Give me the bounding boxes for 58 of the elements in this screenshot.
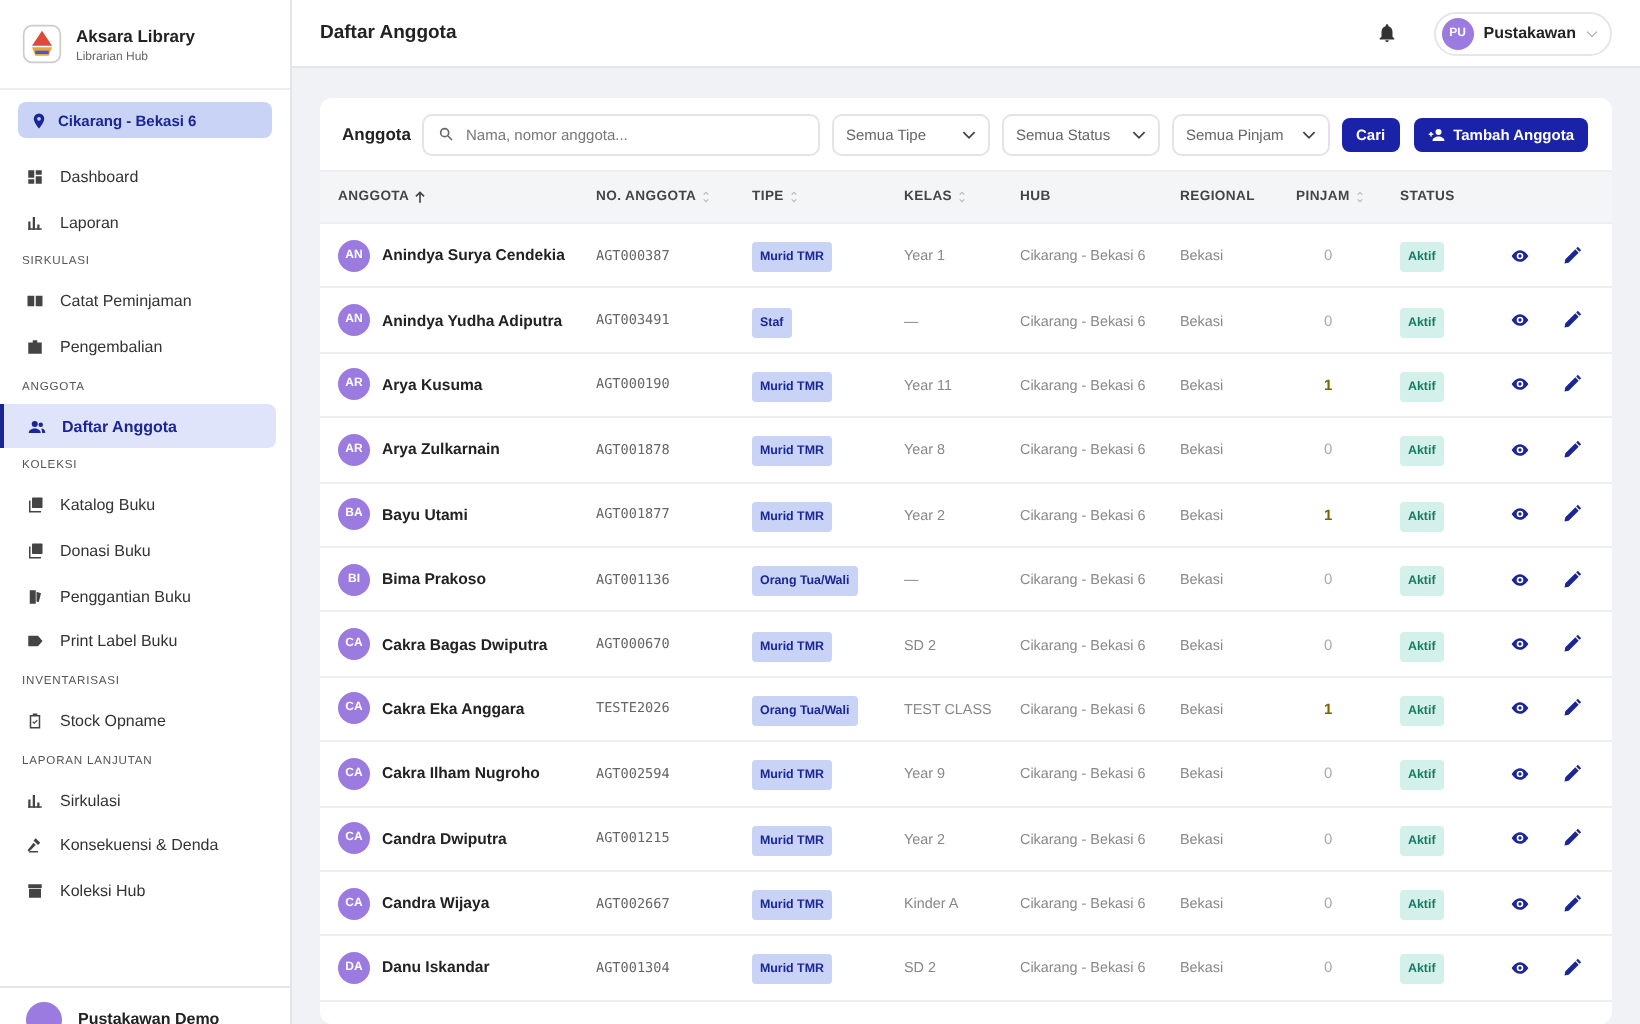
view-eye-icon[interactable]	[1510, 957, 1530, 978]
page-title: Daftar Anggota	[320, 22, 459, 44]
app-name: Aksara Library	[76, 25, 196, 45]
nav-item[interactable]: Dashboard	[0, 154, 276, 200]
edit-pencil-icon[interactable]	[1562, 569, 1582, 590]
nav-item[interactable]: Pengembalian	[0, 324, 276, 370]
view-eye-icon[interactable]	[1510, 504, 1530, 525]
nav-item[interactable]: Print Label Buku	[0, 619, 276, 665]
nav-item[interactable]: Stock Opname	[0, 698, 276, 744]
view-eye-icon[interactable]	[1510, 828, 1530, 849]
view-eye-icon[interactable]	[1510, 763, 1530, 784]
chevron-down-icon	[1131, 129, 1146, 139]
edit-pencil-icon[interactable]	[1562, 828, 1582, 849]
edit-pencil-icon[interactable]	[1562, 763, 1582, 784]
clip-icon	[26, 712, 44, 731]
edit-pencil-icon[interactable]	[1562, 504, 1582, 525]
nav-item[interactable]: Konsekuensi & Denda	[0, 823, 276, 869]
chart-icon	[26, 213, 44, 232]
user-name: Pustakawan Demo	[78, 1010, 220, 1024]
chevron-down-icon	[1301, 129, 1316, 139]
chevron-down-icon	[961, 129, 976, 139]
card-title: Anggota	[342, 124, 410, 144]
nav-item[interactable]: Catat Peminjaman	[0, 278, 276, 325]
view-eye-icon[interactable]	[1510, 439, 1530, 460]
nav-item[interactable]: Laporan	[0, 199, 276, 245]
edit-pencil-icon[interactable]	[1562, 245, 1582, 266]
nav-item[interactable]: Sirkulasi	[0, 777, 276, 824]
edit-pencil-icon[interactable]	[1562, 439, 1582, 460]
nav-item[interactable]: Daftar Anggota	[0, 403, 276, 449]
search-icon	[438, 125, 454, 141]
edit-pencil-icon[interactable]	[1562, 310, 1582, 331]
edit-pencil-icon[interactable]	[1562, 957, 1582, 978]
gavel-icon	[26, 836, 44, 855]
view-eye-icon[interactable]	[1510, 569, 1530, 590]
edit-pencil-icon[interactable]	[1562, 893, 1582, 914]
view-eye-icon[interactable]	[1510, 634, 1530, 655]
nav-item[interactable]: Donasi Buku	[0, 528, 276, 574]
people-icon	[28, 417, 46, 436]
edit-pencil-icon[interactable]	[1562, 374, 1582, 395]
edit-pencil-icon[interactable]	[1562, 698, 1582, 719]
edit-pencil-icon[interactable]	[1562, 634, 1582, 655]
view-eye-icon[interactable]	[1510, 698, 1530, 719]
chart-icon	[26, 791, 44, 810]
chevron-down-icon	[1586, 29, 1598, 37]
add-person-icon	[1427, 125, 1446, 143]
view-eye-icon[interactable]	[1510, 310, 1530, 331]
label-icon	[26, 632, 44, 651]
view-eye-icon[interactable]	[1510, 893, 1530, 914]
notification-bell-icon[interactable]	[1375, 22, 1398, 44]
view-eye-icon[interactable]	[1510, 374, 1530, 395]
view-eye-icon[interactable]	[1510, 245, 1530, 266]
book-icon	[26, 292, 44, 311]
archive-icon	[26, 882, 44, 901]
nav-item[interactable]: Koleksi Hub	[0, 868, 276, 914]
library-logo-icon	[22, 24, 62, 64]
location-pin-icon	[30, 111, 48, 129]
nav-item[interactable]: Katalog Buku	[0, 482, 276, 529]
nav-item[interactable]: Penggantian Buku	[0, 573, 276, 619]
